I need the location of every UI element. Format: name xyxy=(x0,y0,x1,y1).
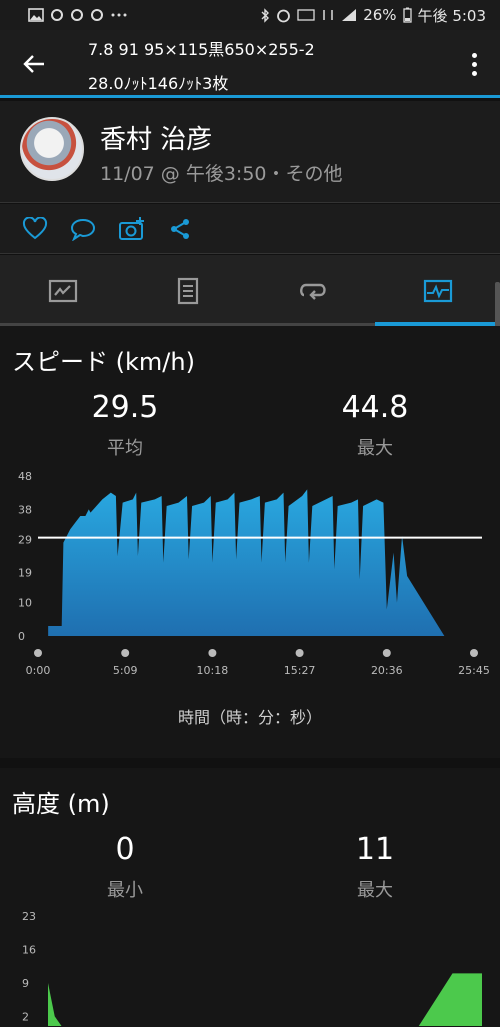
x-tick-dot xyxy=(470,649,478,657)
x-tick-label: 5:09 xyxy=(113,664,138,676)
x-tick-dot xyxy=(121,649,130,657)
comment-icon xyxy=(70,218,96,241)
altitude-chart: 2 9 16 23 xyxy=(22,910,482,1026)
volte-icon xyxy=(297,9,315,21)
share-button[interactable] xyxy=(165,214,195,244)
arrow-left-icon xyxy=(23,55,44,73)
speed-avg-value: 29.5 xyxy=(91,390,159,425)
status-time: 午後 5:03 xyxy=(417,6,486,25)
action-bar xyxy=(0,204,500,254)
activity-title-line-1: 7.8 91 95×115黒650×255-2 xyxy=(88,40,315,59)
overview-icon xyxy=(48,279,77,302)
overflow-menu-button[interactable] xyxy=(462,46,486,82)
tab-charts[interactable] xyxy=(375,255,500,326)
y-tick-label: 23 xyxy=(22,910,36,923)
altitude-max-value: 11 xyxy=(355,832,395,867)
network-icon xyxy=(323,10,333,20)
x-tick-label: 20:36 xyxy=(371,664,403,676)
avatar[interactable] xyxy=(20,117,84,181)
speed-title: スピード (km/h) xyxy=(12,348,195,376)
status-icons-right: 26% 午後 5:03 xyxy=(260,5,486,26)
tab-stats[interactable] xyxy=(125,255,250,326)
laps-icon xyxy=(299,283,326,300)
area-series xyxy=(48,489,445,636)
camera-plus-icon xyxy=(119,217,144,240)
more-vert-icon xyxy=(471,52,477,58)
add-photo-button[interactable] xyxy=(117,214,147,244)
status-bar: 26% 午後 5:03 xyxy=(0,0,500,30)
altitude-min-value: 0 xyxy=(115,832,135,867)
status-icons-left xyxy=(28,8,128,22)
x-tick-dot xyxy=(295,649,304,657)
comment-button[interactable] xyxy=(68,214,98,244)
altitude-card: 高度 (m) 0 最小 11 最大 2 9 16 23 xyxy=(0,768,500,1027)
y-tick-label: 29 xyxy=(18,533,32,546)
y-tick-label: 10 xyxy=(18,597,32,610)
profile-section: 香村 治彦 11/07 @ 午後3:50・その他 xyxy=(0,101,500,203)
x-tick-label: 0:00 xyxy=(26,664,51,676)
gallery-icon xyxy=(28,8,44,22)
y-tick-label: 9 xyxy=(22,977,29,990)
speed-card: スピード (km/h) 29.5 平均 44.8 最大 0 10 19 29 38 48 0… xyxy=(0,326,500,758)
signal-icon xyxy=(342,9,357,21)
heart-icon xyxy=(22,217,48,240)
tab-overview[interactable] xyxy=(0,255,125,326)
y-tick-label: 19 xyxy=(18,567,32,580)
more-notifications-icon xyxy=(111,13,127,17)
alarm-icon xyxy=(277,9,291,22)
tab-bar xyxy=(0,255,500,326)
y-tick-label: 2 xyxy=(22,1010,29,1023)
x-tick-dot xyxy=(34,649,42,657)
battery-percent: 26% xyxy=(363,6,397,24)
activity-meta: 11/07 @ 午後3:50・その他 xyxy=(100,163,343,185)
speed-avg-label: 平均 xyxy=(107,438,143,459)
y-tick-label: 0 xyxy=(18,630,25,643)
y-tick-label: 48 xyxy=(18,470,32,483)
x-tick-dot xyxy=(382,649,391,657)
y-tick-label: 16 xyxy=(22,943,36,956)
back-button[interactable] xyxy=(14,44,54,84)
speed-x-axis-title: 時間（時：分：秒） xyxy=(177,708,322,727)
x-tick-label: 10:18 xyxy=(197,664,229,676)
altitude-max-label: 最大 xyxy=(357,880,393,901)
x-tick-dot xyxy=(208,649,217,657)
document-list-icon xyxy=(177,277,198,304)
sync-icon-2 xyxy=(71,9,83,21)
speed-max-label: 最大 xyxy=(357,438,393,459)
user-name[interactable]: 香村 治彦 xyxy=(100,119,212,156)
altitude-min-label: 最小 xyxy=(107,880,143,901)
area-series xyxy=(48,973,482,1026)
share-icon xyxy=(171,219,189,239)
speed-max-value: 44.8 xyxy=(341,390,409,425)
like-button[interactable] xyxy=(20,214,50,244)
altitude-title: 高度 (m) xyxy=(12,790,110,818)
activity-title-line-2: 28.0ﾉｯﾄ146ﾉｯﾄ3枚 xyxy=(88,74,229,93)
x-tick-label: 25:45 xyxy=(458,664,490,676)
chart-pulse-icon xyxy=(423,279,452,302)
tab-laps[interactable] xyxy=(250,255,375,326)
battery-icon xyxy=(402,7,412,23)
sync-icon xyxy=(51,9,63,21)
y-tick-label: 38 xyxy=(18,503,32,516)
x-tick-label: 15:27 xyxy=(284,664,316,676)
bluetooth-icon xyxy=(261,7,270,23)
app-bar: 7.8 91 95×115黒650×255-2 28.0ﾉｯﾄ146ﾉｯﾄ3枚 xyxy=(0,30,500,98)
clock-icon xyxy=(91,9,103,21)
speed-chart: 0 10 19 29 38 48 0:00 5:09 10:18 15:27 20:36 25:45 xyxy=(18,470,490,676)
